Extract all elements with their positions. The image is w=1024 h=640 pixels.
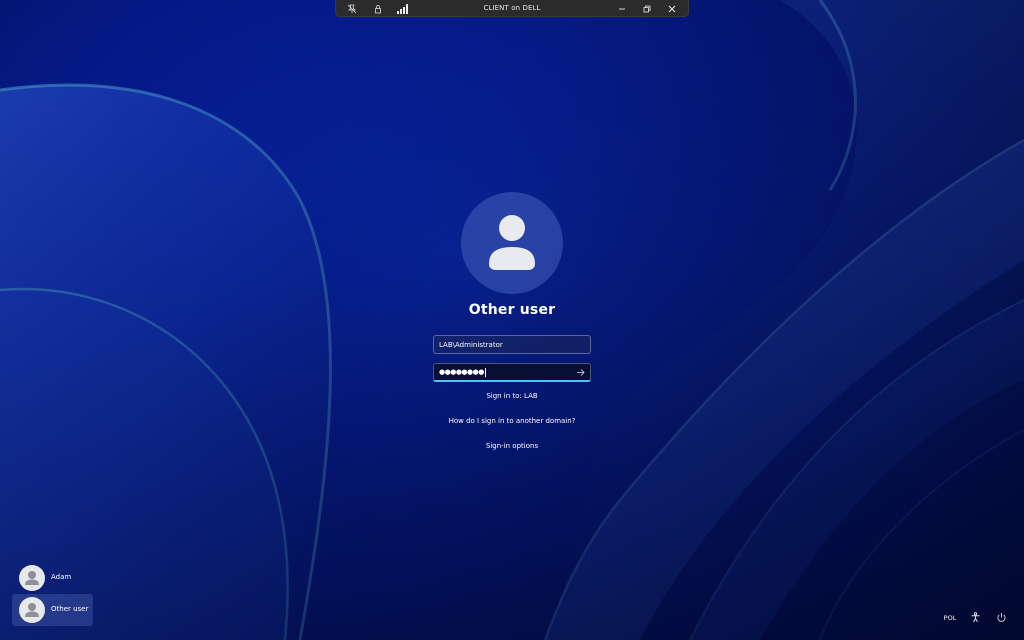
minimize-icon[interactable] bbox=[616, 3, 627, 14]
password-field[interactable]: ●●●●●●●● bbox=[433, 363, 591, 382]
remote-connection-bar: CLIENT on DELL bbox=[335, 0, 689, 17]
signal-bars-icon[interactable] bbox=[396, 3, 410, 14]
user-tile-label: Adam bbox=[51, 573, 72, 581]
sign-in-options-link[interactable]: Sign-in options bbox=[392, 442, 632, 450]
person-icon bbox=[25, 571, 39, 585]
user-title: Other user bbox=[468, 302, 556, 318]
user-avatar bbox=[461, 192, 563, 294]
user-tile-label: Other user bbox=[51, 605, 89, 613]
accessibility-icon[interactable] bbox=[969, 611, 981, 623]
user-tile-adam[interactable]: Adam bbox=[12, 562, 93, 594]
language-indicator[interactable]: POL bbox=[938, 614, 962, 622]
user-tile-other-user[interactable]: Other user bbox=[12, 594, 93, 626]
power-icon[interactable] bbox=[995, 611, 1007, 623]
domain-help-link[interactable]: How do I sign in to another domain? bbox=[392, 417, 632, 425]
wallpaper bbox=[0, 0, 1024, 640]
submit-arrow-icon[interactable] bbox=[575, 367, 585, 377]
close-icon[interactable] bbox=[666, 3, 677, 14]
username-value: LAB\Administrator bbox=[439, 340, 503, 349]
person-icon bbox=[25, 603, 39, 617]
avatar bbox=[19, 597, 45, 623]
password-value: ●●●●●●●● bbox=[439, 368, 484, 376]
connection-title: CLIENT on DELL bbox=[483, 4, 541, 12]
username-field[interactable]: LAB\Administrator bbox=[433, 335, 591, 354]
sign-in-domain-text: Sign in to: LAB bbox=[486, 392, 538, 400]
avatar bbox=[19, 565, 45, 591]
lock-icon[interactable] bbox=[372, 3, 383, 14]
text-caret bbox=[484, 367, 486, 377]
lock-screen: CLIENT on DELL Other user LAB\Administra… bbox=[0, 0, 1024, 640]
restore-icon[interactable] bbox=[641, 3, 652, 14]
person-icon bbox=[489, 215, 535, 270]
pin-off-icon[interactable] bbox=[346, 3, 357, 14]
